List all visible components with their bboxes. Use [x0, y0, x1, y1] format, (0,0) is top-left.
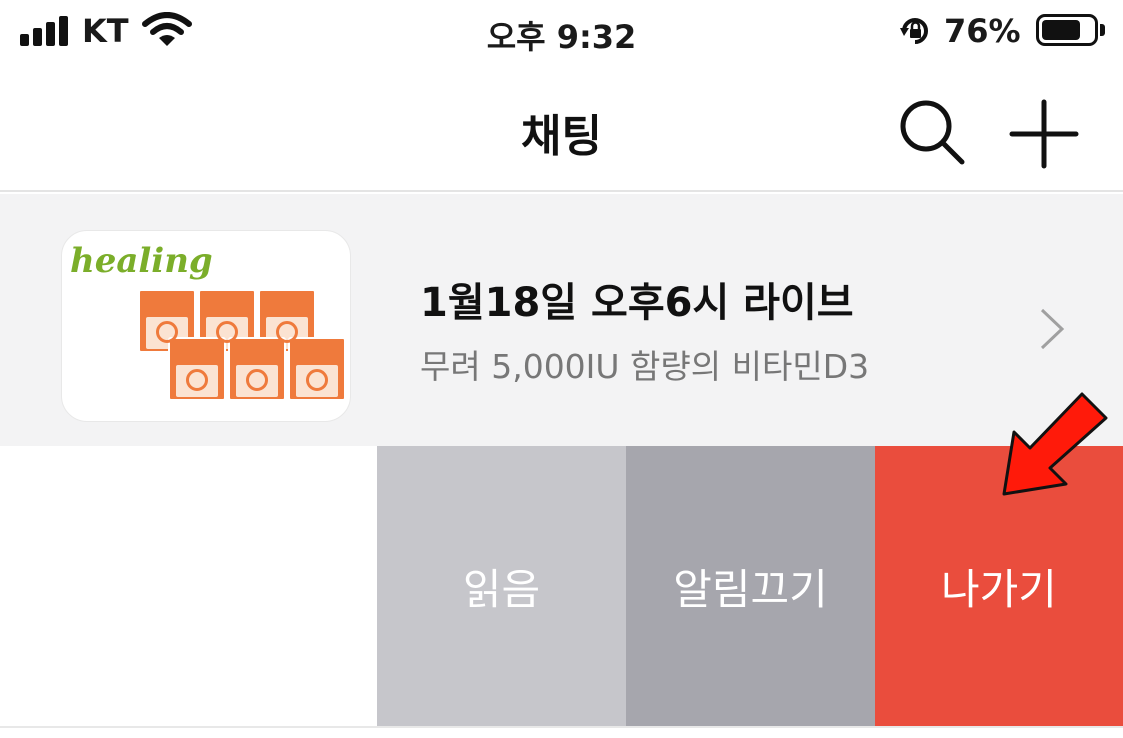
mute-notifications-label: 알림끄기 [673, 564, 828, 614]
navigation-bar: 채팅 [0, 66, 1123, 192]
search-icon[interactable] [896, 96, 972, 166]
mark-read-button[interactable]: 읽음 [377, 446, 626, 726]
chat-thumbnail: healing [61, 230, 351, 422]
product-boxes-image [138, 289, 350, 421]
battery-tip [1100, 24, 1105, 36]
divider [0, 726, 1123, 728]
mark-read-label: 읽음 [462, 564, 541, 614]
chat-preview: 무려 5,000IU 함량의 비타민D3 [420, 347, 870, 386]
plus-icon[interactable] [1008, 98, 1080, 170]
chevron-right-icon [1040, 308, 1065, 350]
rotation-lock-icon [900, 18, 928, 44]
red-arrow-icon [1002, 392, 1108, 496]
status-bar: KT 오후 9:32 76% [0, 0, 1123, 66]
chat-title: 1월18일 오후6시 라이브 [420, 280, 854, 326]
leave-chat-label: 나가기 [941, 564, 1057, 614]
brand-logo: healing [70, 241, 213, 281]
chat-list-item[interactable]: healing 1월18일 오후6시 라이브 무려 5,000IU 함량의 비타… [0, 194, 1123, 446]
mute-notifications-button[interactable]: 알림끄기 [626, 446, 875, 726]
battery-percent: 76% [944, 12, 1021, 50]
battery-icon [1036, 14, 1098, 46]
